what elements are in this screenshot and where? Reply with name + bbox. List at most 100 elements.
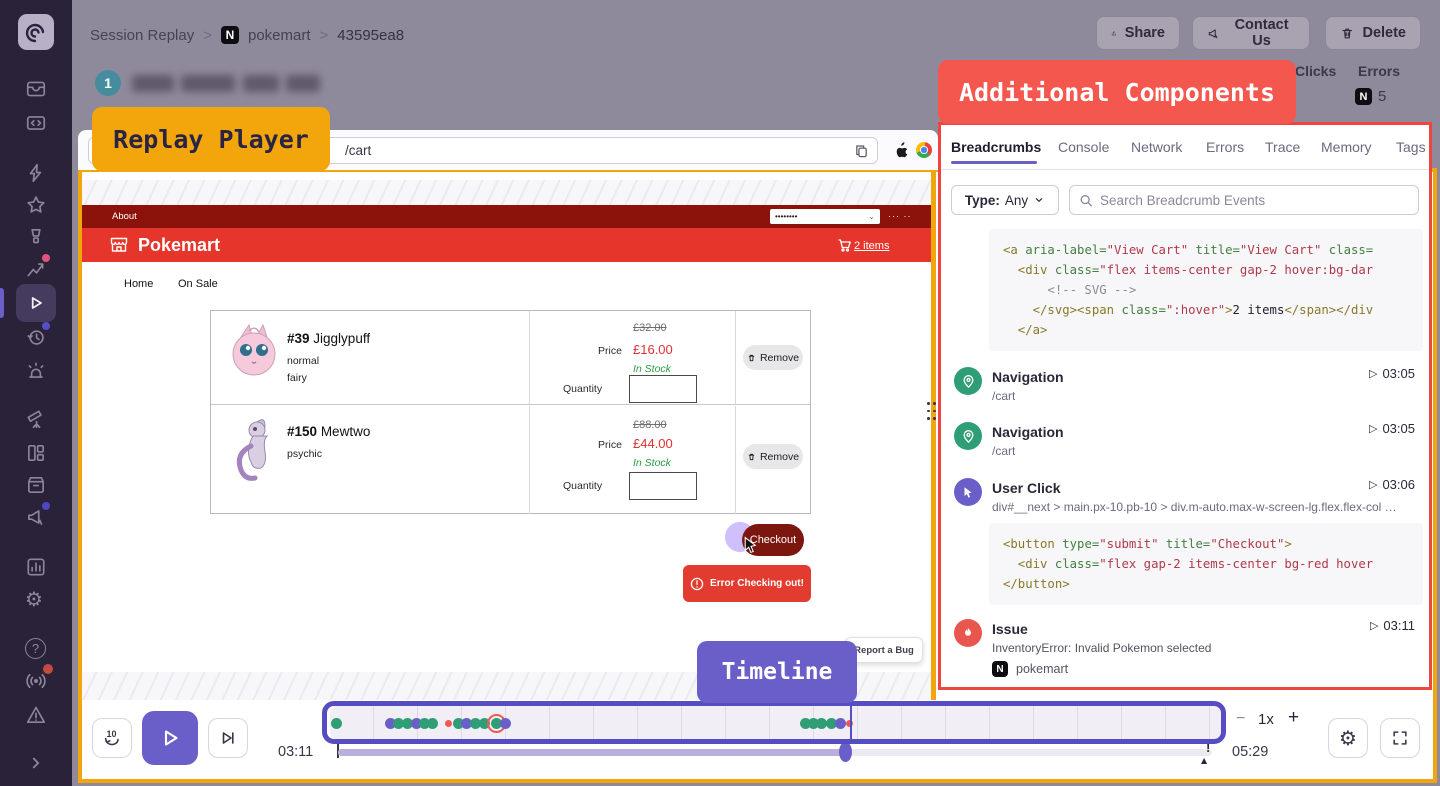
- alerts-siren-icon[interactable]: [25, 360, 47, 382]
- tab-console[interactable]: Console: [1058, 139, 1109, 155]
- timeline-event-dot[interactable]: [445, 720, 452, 727]
- delete-button[interactable]: Delete: [1325, 16, 1421, 50]
- chrome-browser-icon: [916, 142, 932, 158]
- errors-column-label: Errors: [1358, 63, 1400, 79]
- settings-gear-icon[interactable]: ⚙: [25, 587, 43, 611]
- remove-button[interactable]: Remove: [743, 345, 803, 370]
- projects-icon[interactable]: [25, 112, 47, 134]
- drag-handle-icon[interactable]: [927, 402, 937, 420]
- about-link[interactable]: About: [112, 211, 137, 222]
- svg-text:10: 10: [107, 729, 117, 739]
- play-button[interactable]: [142, 711, 198, 765]
- type-filter-dropdown[interactable]: Type:Any: [951, 185, 1059, 215]
- errors-count: N 5: [1355, 88, 1386, 105]
- issues-icon[interactable]: [25, 78, 47, 100]
- chevron-icon: >: [320, 27, 329, 44]
- store-nav-on-sale[interactable]: On Sale: [178, 278, 218, 290]
- discover-telescope-icon[interactable]: [25, 408, 47, 430]
- fullscreen-button[interactable]: [1380, 718, 1420, 758]
- storefront-icon: [108, 234, 130, 256]
- search-input[interactable]: [1100, 193, 1409, 208]
- timeline-current-position: [850, 705, 852, 741]
- speed-value[interactable]: 1x: [1258, 711, 1274, 728]
- quantity-input[interactable]: [629, 375, 697, 403]
- duration-time: 05:29: [1232, 744, 1268, 760]
- breadcrumb: Session Replay > N pokemart > 43595ea8: [90, 26, 404, 44]
- trash-icon: [747, 353, 756, 363]
- sidebar-collapse-chevron-icon[interactable]: [25, 752, 47, 774]
- store-header: Pokemart 2 items: [82, 228, 931, 262]
- scrubber-track[interactable]: [338, 749, 1212, 756]
- active-tab-underline: [951, 161, 1037, 164]
- issue-project: pokemart: [1016, 662, 1068, 676]
- fullscreen-icon: [1391, 729, 1409, 747]
- store-name: Pokemart: [138, 235, 220, 256]
- replay-details-panel: Breadcrumbs Console Network Errors Trace…: [938, 122, 1432, 690]
- remove-button[interactable]: Remove: [743, 444, 803, 469]
- pokemon-name: Jigglypuff: [313, 331, 370, 346]
- replays-play-icon[interactable]: [25, 292, 47, 314]
- spotlight-icon[interactable]: [25, 226, 47, 248]
- breadcrumb-project[interactable]: pokemart: [248, 27, 311, 44]
- copy-url-icon[interactable]: [853, 143, 870, 160]
- timeline-track[interactable]: [330, 705, 1226, 741]
- share-button[interactable]: Share: [1096, 16, 1180, 50]
- breadcrumb-session-replay[interactable]: Session Replay: [90, 27, 194, 44]
- tab-tags[interactable]: Tags: [1396, 139, 1426, 155]
- nextjs-project-icon: N: [221, 26, 239, 44]
- store-nav-home[interactable]: Home: [124, 278, 153, 290]
- jump-to-time-icon: ▷: [1369, 367, 1377, 380]
- timeline-event-dot[interactable]: [427, 718, 438, 729]
- tab-memory[interactable]: Memory: [1321, 139, 1372, 155]
- nextjs-icon: N: [992, 661, 1008, 677]
- pokemon-type: psychic: [287, 448, 322, 460]
- breadcrumb-code-snippet: <button type="submit" title="Checkout"> …: [989, 523, 1423, 605]
- broadcast-icon[interactable]: [25, 670, 47, 692]
- tab-errors[interactable]: Errors: [1206, 139, 1244, 155]
- timeline-event-dot[interactable]: [835, 718, 846, 729]
- performance-lightning-icon[interactable]: [25, 162, 47, 184]
- scrubber-progress: [338, 749, 845, 756]
- breadcrumb-code-snippet: <a aria-label="View Cart" title="View Ca…: [989, 229, 1423, 351]
- timeline-event-dot[interactable]: [331, 718, 342, 729]
- speed-increase-button[interactable]: +: [1288, 707, 1299, 729]
- cart-count-link[interactable]: 2 items: [854, 240, 889, 252]
- jigglypuff-image: [227, 321, 281, 379]
- help-icon[interactable]: ?: [25, 638, 46, 659]
- service-status-warning-icon[interactable]: [25, 704, 47, 726]
- replay-player-screen[interactable]: About ••••••••⌄ ··· ·· Pokemart 2 items …: [82, 172, 931, 700]
- cart-table: #39 Jigglypuff normal fairy £32.00 Price…: [210, 310, 811, 514]
- releases-archive-icon[interactable]: [25, 474, 47, 496]
- chevron-down-icon: ⌄: [868, 212, 875, 221]
- breadcrumb-search[interactable]: [1069, 185, 1419, 215]
- rewind-10s-button[interactable]: 10: [92, 718, 132, 758]
- tab-trace[interactable]: Trace: [1265, 139, 1300, 155]
- sentry-logo-icon[interactable]: [18, 14, 54, 50]
- sidebar: ⚙ ?: [0, 0, 72, 786]
- masked-user-name: [132, 75, 174, 92]
- current-time: 03:11: [278, 744, 313, 760]
- scrubber-handle[interactable]: [839, 742, 852, 762]
- stock-status: In Stock: [633, 457, 671, 469]
- tab-breadcrumbs[interactable]: Breadcrumbs: [951, 139, 1041, 155]
- trash-icon: [747, 452, 756, 462]
- masked-select[interactable]: ••••••••⌄: [770, 209, 880, 224]
- quantity-label: Quantity: [563, 383, 602, 395]
- speed-decrease-button[interactable]: −: [1236, 710, 1245, 728]
- stats-icon[interactable]: [25, 556, 47, 578]
- panel-resize-divider[interactable]: [931, 172, 936, 700]
- original-price: £88.00: [633, 419, 667, 431]
- contact-us-button[interactable]: Contact Us: [1192, 16, 1310, 50]
- skip-to-end-button[interactable]: [208, 718, 248, 758]
- apple-os-icon: [893, 141, 910, 159]
- timeline-event-dot[interactable]: [500, 718, 511, 729]
- pokemon-type: fairy: [287, 372, 307, 384]
- pokemon-number: #150: [287, 424, 317, 439]
- annotation-replay-player: Replay Player: [92, 107, 330, 171]
- quantity-input[interactable]: [629, 472, 697, 500]
- replay-settings-button[interactable]: ⚙: [1328, 718, 1368, 758]
- tab-network[interactable]: Network: [1131, 139, 1182, 155]
- starred-icon[interactable]: [25, 194, 47, 216]
- masked-user-name: [286, 75, 320, 92]
- dashboards-icon[interactable]: [25, 442, 47, 464]
